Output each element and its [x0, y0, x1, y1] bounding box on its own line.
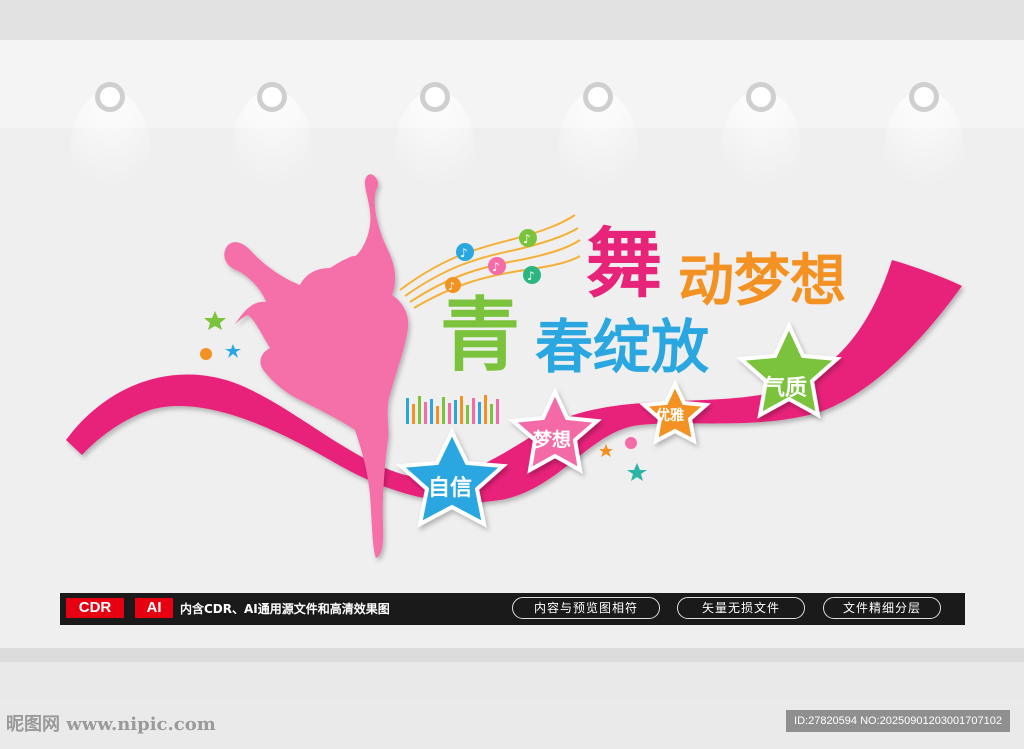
music-note-icon: ♪ — [519, 229, 537, 247]
music-note-icon: ♪ — [488, 257, 506, 275]
star-label-temperament: 气质 — [763, 376, 808, 401]
title-line1-rest: 动梦想 — [678, 249, 846, 314]
upper-wall — [0, 40, 1024, 128]
info-bar: CDR AI 内含CDR、AI通用源文件和高清效果图 内容与预览图相符 矢量无损… — [60, 593, 965, 625]
dot-decoration — [200, 348, 212, 360]
svg-text:♪: ♪ — [460, 246, 468, 260]
star-label-elegance: 优雅 — [656, 408, 684, 424]
star-label-confidence: 自信 — [428, 476, 473, 501]
floor-line — [0, 648, 1024, 662]
music-note-icon: ♪ — [523, 266, 541, 284]
title-big-char-2: 青 — [440, 289, 520, 382]
pill-layered-file: 文件精细分层 — [823, 597, 941, 619]
pill-preview-match: 内容与预览图相符 — [512, 597, 660, 619]
svg-text:♪: ♪ — [527, 269, 535, 283]
dot-decoration — [625, 437, 637, 449]
ai-tag: AI — [135, 598, 173, 618]
bar-description: 内含CDR、AI通用源文件和高清效果图 — [180, 602, 390, 616]
watermark-id: ID:27820594 NO:20250901203001707102 — [786, 710, 1010, 732]
svg-text:♪: ♪ — [492, 260, 500, 274]
svg-text:♪: ♪ — [523, 232, 531, 246]
pill-vector-lossless: 矢量无损文件 — [677, 597, 805, 619]
title-line2-rest: 春绽放 — [535, 313, 710, 381]
cdr-tag: CDR — [66, 598, 124, 618]
watermark-footer: 昵图网 www.nipic.com ID:27820594 NO:2025090… — [0, 700, 1024, 749]
poster-canvas: ♪ ♪ ♪ ♪ ♪ 舞 动梦想 青 春绽放 自信 梦想 优雅 气质 CDR AI… — [0, 0, 1024, 749]
floor — [0, 662, 1024, 702]
watermark-site[interactable]: 昵图网 www.nipic.com — [6, 710, 216, 736]
title-big-char-1: 舞 — [586, 219, 662, 308]
star-label-dream: 梦想 — [533, 429, 572, 451]
ceiling-band — [0, 0, 1024, 40]
music-note-icon: ♪ — [456, 243, 474, 261]
